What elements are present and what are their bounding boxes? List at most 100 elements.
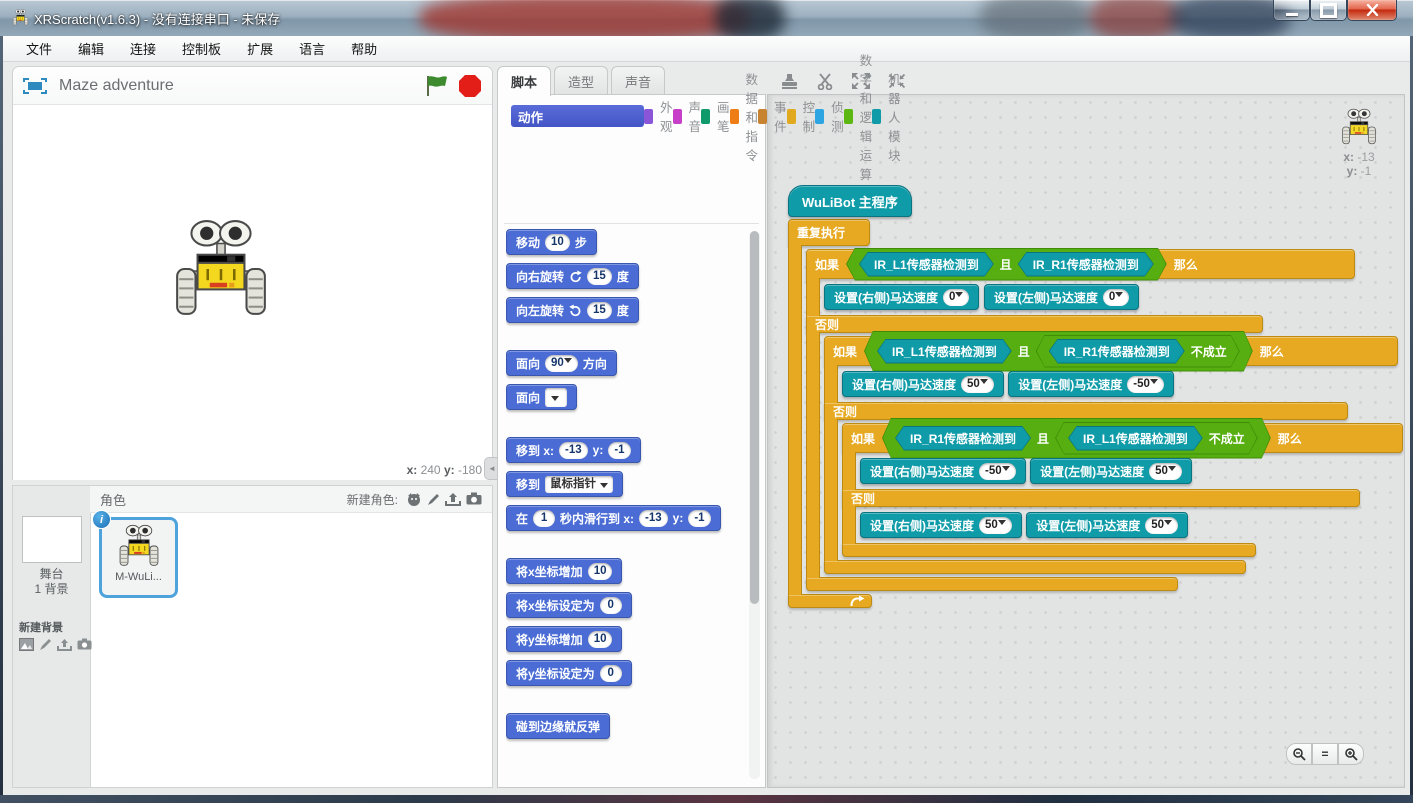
category-sensing[interactable]: 侦测 bbox=[815, 105, 844, 127]
scissors-icon[interactable] bbox=[814, 70, 836, 92]
number-input[interactable]: 1 bbox=[533, 510, 555, 527]
forever-footer[interactable] bbox=[788, 594, 872, 608]
number-input[interactable]: 15 bbox=[587, 268, 612, 285]
stage-thumbnail[interactable] bbox=[22, 516, 82, 563]
green-flag-icon[interactable] bbox=[424, 74, 450, 98]
camera-icon[interactable] bbox=[466, 492, 482, 505]
forever-block[interactable]: 重复执行 如果 IR_L1传感器检测到 且 IR_R1传感器检测到 bbox=[788, 219, 1403, 608]
number-input[interactable]: 10 bbox=[588, 631, 613, 648]
speed-dropdown[interactable]: 50 bbox=[1145, 517, 1178, 534]
else-bar[interactable]: 否则 bbox=[806, 315, 1263, 333]
menu-board[interactable]: 控制板 bbox=[169, 39, 234, 58]
block-set-left-motor[interactable]: 设置(左侧)马达速度 -50 bbox=[1008, 371, 1174, 397]
wulibot-sprite[interactable] bbox=[170, 217, 272, 321]
block-point-towards[interactable]: 面向 bbox=[506, 384, 577, 410]
block-set-right-motor[interactable]: 设置(右侧)马达速度 50 bbox=[860, 512, 1022, 538]
zoom-out-button[interactable] bbox=[1286, 743, 1312, 765]
menu-file[interactable]: 文件 bbox=[13, 39, 65, 58]
if-header[interactable]: 如果 IR_L1传感器检测到 且 IR_R1传感器检测到 不成立 bbox=[824, 336, 1398, 366]
tab-scripts[interactable]: 脚本 bbox=[497, 66, 551, 96]
speed-dropdown[interactable]: -50 bbox=[1127, 376, 1164, 393]
stop-icon[interactable] bbox=[458, 74, 482, 98]
menu-language[interactable]: 语言 bbox=[286, 39, 338, 58]
sprite-card-mwulibot[interactable]: i M-WuLi... bbox=[99, 517, 178, 598]
speed-dropdown[interactable]: 0 bbox=[1103, 289, 1129, 306]
category-control[interactable]: 控制 bbox=[787, 105, 816, 127]
menu-edit[interactable]: 编辑 bbox=[65, 39, 117, 58]
menu-connect[interactable]: 连接 bbox=[117, 39, 169, 58]
if-footer[interactable] bbox=[806, 577, 1178, 591]
if-header[interactable]: 如果 IR_L1传感器检测到 且 IR_R1传感器检测到 那么 bbox=[806, 249, 1355, 279]
menu-help[interactable]: 帮助 bbox=[338, 39, 390, 58]
number-input[interactable]: -1 bbox=[608, 442, 630, 459]
number-input[interactable]: 15 bbox=[587, 302, 612, 319]
block-turn-left[interactable]: 向左旋转 15 度 bbox=[506, 297, 639, 323]
speed-dropdown[interactable]: 50 bbox=[979, 517, 1012, 534]
if-else-block-1[interactable]: 如果 IR_L1传感器检测到 且 IR_R1传感器检测到 那么 bbox=[806, 249, 1403, 591]
maximize-button[interactable] bbox=[1310, 0, 1347, 21]
sensor-ir-l1[interactable]: IR_L1传感器检测到 bbox=[1068, 426, 1203, 451]
block-set-right-motor[interactable]: 设置(右侧)马达速度 50 bbox=[842, 371, 1004, 397]
stamp-icon[interactable] bbox=[778, 70, 800, 92]
close-button[interactable] bbox=[1347, 0, 1397, 21]
number-input[interactable]: 10 bbox=[588, 563, 613, 580]
number-input[interactable]: -1 bbox=[688, 510, 710, 527]
sensor-ir-r1[interactable]: IR_R1传感器检测到 bbox=[1049, 339, 1185, 364]
block-change-y[interactable]: 将y坐标增加 10 bbox=[506, 626, 622, 652]
and-operator[interactable]: IR_L1传感器检测到 且 IR_R1传感器检测到 bbox=[846, 248, 1167, 281]
block-goto-xy[interactable]: 移到 x: -13 y: -1 bbox=[506, 437, 641, 463]
block-glide[interactable]: 在 1 秒内滑行到 x: -13 y: -1 bbox=[506, 505, 721, 531]
else-bar[interactable]: 否则 bbox=[842, 489, 1360, 507]
script-stack[interactable]: WuLiBot 主程序 重复执行 如果 IR_L1传感器检测到 且 bbox=[788, 185, 1403, 608]
category-looks[interactable]: 外观 bbox=[644, 105, 673, 127]
block-set-left-motor[interactable]: 设置(左侧)马达速度 0 bbox=[984, 284, 1139, 310]
paintbrush-icon[interactable] bbox=[39, 638, 52, 651]
speed-dropdown[interactable]: 0 bbox=[943, 289, 969, 306]
speed-dropdown[interactable]: 50 bbox=[961, 376, 994, 393]
hat-block-main-program[interactable]: WuLiBot 主程序 bbox=[788, 185, 912, 217]
block-move-steps[interactable]: 移动 10 步 bbox=[506, 229, 597, 255]
fullscreen-icon[interactable] bbox=[23, 77, 47, 95]
upload-icon[interactable] bbox=[57, 638, 72, 651]
sensor-ir-l1[interactable]: IR_L1传感器检测到 bbox=[859, 252, 994, 277]
sprite-info-badge[interactable]: i bbox=[92, 510, 111, 529]
number-input[interactable]: 0 bbox=[600, 665, 622, 682]
block-set-left-motor[interactable]: 设置(左侧)马达速度 50 bbox=[1030, 458, 1192, 484]
block-goto-mouse[interactable]: 移到 鼠标指针 bbox=[506, 471, 623, 497]
if-else-block-3[interactable]: 如果 IR_R1传感器检测到 且 IR_L1传感器检测到 不成立 bbox=[842, 423, 1403, 557]
block-set-y[interactable]: 将y坐标设定为 0 bbox=[506, 660, 632, 686]
block-set-right-motor[interactable]: 设置(右侧)马达速度 0 bbox=[824, 284, 979, 310]
speed-dropdown[interactable]: 50 bbox=[1149, 463, 1182, 480]
tab-sounds[interactable]: 声音 bbox=[611, 66, 665, 95]
not-operator[interactable]: IR_R1传感器检测到 不成立 bbox=[1036, 335, 1240, 368]
upload-icon[interactable] bbox=[445, 492, 461, 506]
title-bar[interactable]: XRScratch(v1.6.3) - 没有连接串口 - 未保存 bbox=[0, 0, 1413, 36]
category-robot[interactable]: 机器人模块 bbox=[872, 105, 901, 127]
block-point-direction[interactable]: 面向 90 方向 bbox=[506, 350, 617, 376]
if-footer[interactable] bbox=[842, 543, 1256, 557]
sensor-ir-r1[interactable]: IR_R1传感器检测到 bbox=[895, 426, 1031, 451]
target-dropdown[interactable]: 鼠标指针 bbox=[545, 476, 613, 493]
not-operator[interactable]: IR_L1传感器检测到 不成立 bbox=[1055, 422, 1258, 455]
block-change-x[interactable]: 将x坐标增加 10 bbox=[506, 558, 622, 584]
category-events[interactable]: 事件 bbox=[758, 105, 787, 127]
stage-canvas[interactable]: x: 240 y: -180 bbox=[13, 105, 492, 480]
block-bounce-on-edge[interactable]: 碰到边缘就反弹 bbox=[506, 713, 610, 739]
sensor-ir-l1[interactable]: IR_L1传感器检测到 bbox=[877, 339, 1012, 364]
sprite-library-icon[interactable] bbox=[406, 492, 422, 507]
block-set-right-motor[interactable]: 设置(右侧)马达速度 -50 bbox=[860, 458, 1026, 484]
category-pen[interactable]: 画笔 bbox=[701, 105, 730, 127]
else-bar[interactable]: 否则 bbox=[824, 402, 1348, 420]
script-area[interactable]: x: -13 y: -1 WuLiBot 主程序 重复执行 如果 IR_L bbox=[767, 94, 1405, 788]
palette-scrollbar[interactable] bbox=[749, 231, 760, 779]
menu-extensions[interactable]: 扩展 bbox=[234, 39, 286, 58]
number-input[interactable]: -13 bbox=[639, 510, 668, 527]
block-turn-right[interactable]: 向右旋转 15 度 bbox=[506, 263, 639, 289]
speed-dropdown[interactable]: -50 bbox=[979, 463, 1016, 480]
if-else-block-2[interactable]: 如果 IR_L1传感器检测到 且 IR_R1传感器检测到 不成立 bbox=[824, 336, 1403, 574]
block-set-x[interactable]: 将x坐标设定为 0 bbox=[506, 592, 632, 618]
direction-dropdown[interactable]: 90 bbox=[545, 355, 578, 372]
paintbrush-icon[interactable] bbox=[427, 492, 440, 506]
number-input[interactable]: 10 bbox=[545, 234, 570, 251]
stage-selector[interactable]: 舞台 1 背景 新建背景 bbox=[13, 486, 91, 787]
